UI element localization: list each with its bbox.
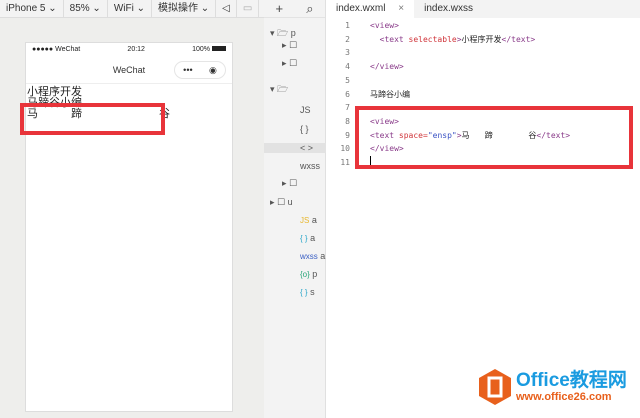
tree-item[interactable]: ▸ ☐ [282, 178, 297, 189]
folder-icon: ▸ ☐ [282, 178, 298, 188]
tab-index-wxss[interactable]: index.wxss [414, 0, 483, 18]
search-icon[interactable]: ⌕ [306, 1, 313, 17]
config-file-icon: {o} [300, 270, 310, 279]
code-token: <text [370, 34, 409, 44]
json-file-icon: { } [300, 288, 308, 297]
line-number: 2 [345, 34, 350, 44]
code-token: 马蹄谷小编 [370, 89, 410, 99]
tree-item[interactable]: ▸ ☐ [282, 58, 297, 69]
line-number: 7 [345, 103, 350, 113]
tree-item[interactable]: { } s [300, 287, 315, 297]
operation-select[interactable]: 模拟操作 ⌄ [152, 0, 217, 17]
folder-open-icon: ▾ 🗁 [270, 84, 289, 94]
tree-item[interactable]: {o} p [300, 269, 317, 279]
js-file-icon: JS [300, 216, 310, 225]
battery-icon [211, 46, 226, 51]
tree-item-label: u [285, 197, 293, 207]
code-line: 3 [326, 46, 640, 60]
tab-label: index.wxml [336, 3, 386, 14]
close-icon[interactable]: ◉ [209, 61, 217, 79]
code-line: 5 [326, 74, 640, 88]
code-token: </text> [501, 34, 536, 44]
tree-item[interactable]: wxss [300, 161, 320, 171]
tree-item-label: < > [300, 143, 314, 153]
tree-item-label: wxss [300, 161, 320, 171]
line-number: 6 [345, 89, 350, 99]
tree-item[interactable]: { } a [300, 233, 315, 243]
tree-item[interactable]: JS [300, 105, 311, 115]
more-icon[interactable]: ••• [183, 61, 192, 79]
tree-item[interactable]: ▸ ☐ [282, 40, 297, 51]
line-number: 10 [340, 144, 350, 154]
code-token: 小程序开发 [461, 34, 502, 44]
network-select[interactable]: WiFi ⌄ [108, 0, 152, 17]
json-file-icon: { } [300, 234, 308, 243]
zoom-select[interactable]: 85% ⌄ [64, 0, 108, 17]
folder-icon: ▸ ☐ [270, 197, 286, 207]
code-token: <view> [370, 21, 399, 30]
tree-item[interactable]: ▸ ☐ u [270, 197, 293, 208]
phone-frame: ●●●●● WeChat 20:12 100% WeChat ••• ◉ 小程序… [25, 42, 233, 412]
tree-item-label: JS [300, 105, 311, 115]
tree-item-label: p [288, 28, 296, 38]
office-logo-icon [479, 369, 511, 405]
add-icon[interactable]: + [276, 1, 284, 16]
folder-open-icon: ▾ 🗁 [270, 28, 289, 38]
tree-item-label: a [317, 251, 326, 261]
line-number: 3 [345, 48, 350, 58]
tree-item[interactable]: wxss a [300, 251, 325, 261]
line-number: 1 [345, 21, 350, 30]
battery-level: 100% [192, 46, 211, 53]
status-bar: ●●●●● WeChat 20:12 100% [26, 43, 232, 56]
code-text: <text selectable>小程序开发</text> [370, 33, 536, 47]
tree-item-label: { } [300, 124, 309, 134]
code-editor[interactable]: index.wxml × index.wxss 1 <view> 2 <text s… [326, 0, 640, 418]
close-icon[interactable]: × [398, 3, 404, 14]
wxss-file-icon: wxss [300, 252, 318, 261]
code-line: 2 <text selectable>小程序开发</text> [326, 33, 640, 47]
code-line: 4 </view> [326, 60, 640, 74]
time: 20:12 [127, 46, 145, 53]
watermark-url: www.office26.com [516, 391, 612, 403]
tree-item-label: a [307, 233, 316, 243]
tab-index-wxml[interactable]: index.wxml × [326, 0, 415, 18]
nav-bar: WeChat ••• ◉ [26, 56, 232, 84]
tree-item[interactable]: ▾ 🗁 [270, 82, 288, 98]
highlight-box [355, 106, 633, 169]
highlight-box [20, 103, 165, 135]
nav-title: WeChat [112, 65, 146, 75]
simulator-toolbar: iPhone 5 ⌄ 85% ⌄ WiFi ⌄ 模拟操作 ⌄ ◁ ▭ [0, 0, 264, 18]
tree-item[interactable]: { } [300, 124, 309, 134]
capsule: ••• ◉ [174, 61, 226, 79]
folder-icon: ▸ ☐ [282, 58, 298, 68]
code-token: </view> [370, 62, 404, 72]
line-number: 9 [345, 130, 350, 140]
tree-item-label: a [309, 215, 317, 225]
sound-icon[interactable]: ◁ [216, 0, 237, 17]
line-number: 5 [345, 75, 350, 85]
code-line: 6 马蹄谷小编 [326, 88, 640, 102]
file-tree: + ⌕ ▾ 🗁 p ▸ ☐ ▸ ☐ ▾ 🗁 JS{ } < > wxss ▸ ☐ ▸ ☐ u JS … [264, 0, 326, 418]
code-text: 马蹄谷小编 [370, 88, 410, 102]
line-number: 4 [345, 62, 350, 72]
folder-icon: ▸ ☐ [282, 40, 298, 50]
code-line: 1 <view> [326, 19, 640, 33]
device-select[interactable]: iPhone 5 ⌄ [0, 0, 64, 17]
tree-item-label: p [309, 269, 318, 279]
carrier: ●●●●● WeChat [32, 46, 81, 53]
code-token: selectable [408, 34, 457, 44]
tree-item[interactable]: JS a [300, 215, 317, 225]
code-text: </view> [370, 60, 404, 74]
tree-item[interactable]: < > [264, 143, 326, 153]
line-number: 8 [345, 116, 350, 126]
window-icon[interactable]: ▭ [237, 0, 260, 17]
watermark: Office教程网 www.office26.com [478, 368, 627, 406]
tree-item-label: s [307, 287, 315, 297]
line-number: 11 [340, 158, 350, 167]
watermark-brand: Office教程网 [516, 370, 627, 391]
battery: 100% [192, 46, 226, 53]
code-text: <view> [370, 19, 399, 33]
